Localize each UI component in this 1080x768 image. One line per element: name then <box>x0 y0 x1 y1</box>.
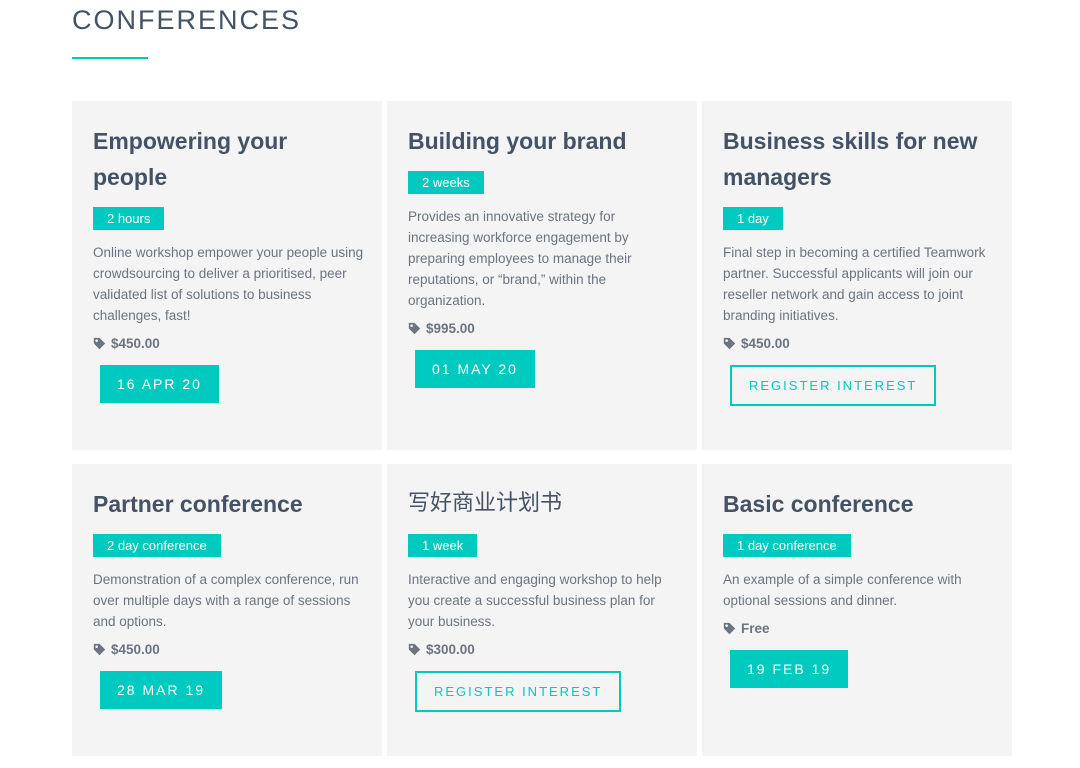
date-button[interactable]: 16 APR 20 <box>100 365 219 403</box>
duration-badge: 2 hours <box>93 207 165 230</box>
card-title[interactable]: 写好商业计划书 <box>408 486 679 522</box>
card-description: An example of a simple conference with o… <box>723 572 962 608</box>
conference-card[interactable]: 写好商业计划书 1 week Interactive and engaging … <box>387 464 697 756</box>
card-description: Provides an innovative strategy for incr… <box>408 209 632 308</box>
card-title[interactable]: Empowering your people <box>93 123 364 195</box>
date-button[interactable]: 01 MAY 20 <box>415 350 535 388</box>
tag-icon <box>408 643 421 656</box>
date-button[interactable]: 28 MAR 19 <box>100 671 223 709</box>
section-title: CONFERENCES <box>72 5 302 35</box>
card-description: Interactive and engaging workshop to hel… <box>408 572 662 629</box>
card-title[interactable]: Business skills for new managers <box>723 123 994 195</box>
price-row: $995.00 <box>408 321 679 336</box>
tag-icon <box>723 337 736 350</box>
register-interest-button[interactable]: REGISTER INTEREST <box>415 671 622 712</box>
conference-card[interactable]: Empowering your people 2 hours Online wo… <box>72 101 382 450</box>
conference-card[interactable]: Building your brand 2 weeks Provides an … <box>387 101 697 450</box>
price-row: $450.00 <box>723 336 994 351</box>
card-description: Online workshop empower your people usin… <box>93 245 364 323</box>
conferences-page: CONFERENCES Empowering your people 2 hou… <box>0 0 1080 768</box>
conference-grid: Empowering your people 2 hours Online wo… <box>72 101 1012 756</box>
date-button[interactable]: 19 FEB 19 <box>730 650 849 688</box>
tag-icon <box>408 322 421 335</box>
price-row: $300.00 <box>408 642 679 657</box>
price: $995.00 <box>426 321 475 336</box>
conference-card[interactable]: Basic conference 1 day conference An exa… <box>702 464 1012 756</box>
title-underline <box>72 57 148 59</box>
card-description: Demonstration of a complex conference, r… <box>93 572 359 629</box>
duration-badge: 1 day <box>723 207 783 230</box>
price: $450.00 <box>741 336 790 351</box>
duration-badge: 1 week <box>408 534 478 557</box>
conference-card[interactable]: Partner conference 2 day conference Demo… <box>72 464 382 756</box>
tag-icon <box>93 643 106 656</box>
card-description: Final step in becoming a certified Teamw… <box>723 245 986 323</box>
price: Free <box>741 621 770 636</box>
price: $300.00 <box>426 642 475 657</box>
duration-badge: 1 day conference <box>723 534 851 557</box>
tag-icon <box>93 337 106 350</box>
duration-badge: 2 weeks <box>408 171 484 194</box>
conference-card[interactable]: Business skills for new managers 1 day F… <box>702 101 1012 450</box>
card-title[interactable]: Basic conference <box>723 486 994 522</box>
price: $450.00 <box>111 642 160 657</box>
register-interest-button[interactable]: REGISTER INTEREST <box>730 365 937 406</box>
price-row: $450.00 <box>93 336 364 351</box>
price-row: Free <box>723 621 994 636</box>
price: $450.00 <box>111 336 160 351</box>
card-title[interactable]: Partner conference <box>93 486 364 522</box>
price-row: $450.00 <box>93 642 364 657</box>
tag-icon <box>723 622 736 635</box>
duration-badge: 2 day conference <box>93 534 221 557</box>
card-title[interactable]: Building your brand <box>408 123 679 159</box>
